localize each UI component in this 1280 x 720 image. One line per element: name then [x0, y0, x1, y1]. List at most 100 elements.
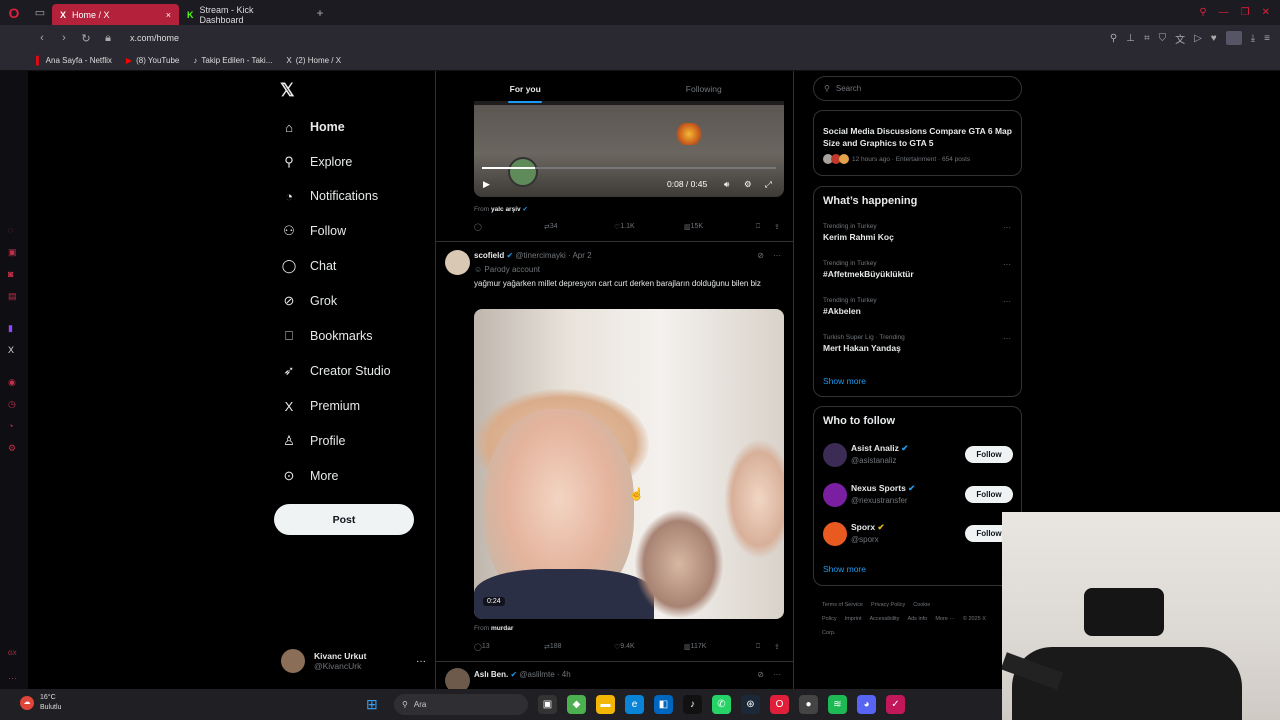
close-icon[interactable]: × — [166, 10, 171, 20]
minimize-button[interactable]: — — [1219, 7, 1229, 18]
follow-button[interactable]: Follow — [965, 486, 1013, 503]
nav-item-more[interactable]: ⊙ More — [281, 464, 339, 488]
more-options-icon[interactable]: ··· — [1003, 297, 1011, 306]
show-more-link[interactable]: Show more — [823, 376, 866, 386]
settings-icon[interactable]: ⚙ — [8, 443, 16, 454]
trend-item[interactable]: Trending in Turkey #AffetmekBüyüklüktür ··… — [823, 260, 1013, 279]
author-name[interactable]: scofield — [474, 251, 504, 260]
edge-icon[interactable]: e — [625, 695, 644, 714]
settings-icon[interactable]: ⚙ — [744, 179, 752, 190]
file-explorer-icon[interactable]: ▬ — [596, 695, 615, 714]
menu-icon[interactable]: ≡ — [1264, 33, 1270, 44]
back-icon[interactable]: ‹ — [36, 32, 48, 44]
bookmark-icon[interactable]: ⎕ — [756, 643, 760, 651]
nav-item-chat[interactable]: ◯ Chat — [281, 254, 337, 278]
search-icon[interactable]: ⚲ — [1110, 33, 1117, 44]
more-options-icon[interactable]: ··· — [1003, 334, 1011, 343]
retweet-icon[interactable]: ⇄ 188 — [544, 643, 562, 651]
opera-logo-icon[interactable]: O — [0, 0, 28, 25]
weather-widget[interactable]: ☁ 16°C Bulutlu — [20, 693, 61, 713]
url-input[interactable]: x.com/home — [130, 33, 179, 43]
views-icon[interactable]: ▥ 117K — [684, 643, 706, 651]
nav-item-follow[interactable]: ⚇ Follow — [281, 219, 346, 243]
follow-suggestion[interactable]: Asist Analiz ✔ @asistanaliz Follow — [823, 443, 1013, 467]
bookmark-icon[interactable]: ⎕ — [756, 223, 760, 231]
footer-link[interactable]: Terms of Service — [822, 602, 863, 608]
follow-button[interactable]: Follow — [965, 446, 1013, 463]
author-name[interactable]: Aslı Ben. — [474, 670, 508, 679]
footer-link[interactable]: Imprint — [845, 616, 862, 622]
shopping-bag-icon[interactable]: ▣ — [8, 247, 17, 258]
from-account[interactable]: murdar — [491, 625, 513, 632]
mail-icon[interactable]: ▤ — [8, 291, 17, 302]
nav-item-home[interactable]: ⌂ Home — [281, 115, 345, 139]
show-more-link[interactable]: Show more — [823, 564, 866, 574]
avatar[interactable] — [445, 250, 470, 275]
play-icon[interactable]: ▶ — [483, 179, 490, 190]
messenger-icon[interactable]: ◙ — [8, 269, 13, 279]
views-icon[interactable]: ▥ 15K — [684, 223, 703, 231]
close-window-button[interactable]: ✕ — [1262, 7, 1270, 18]
account-switcher[interactable]: Kivanc Urkut @KivancUrk ··· — [281, 647, 426, 675]
opera-icon[interactable]: O — [770, 695, 789, 714]
from-account[interactable]: yalc arşiv — [491, 206, 521, 213]
discord-icon[interactable]: ◕ — [857, 695, 876, 714]
snapshot-icon[interactable]: ⌗ — [1144, 33, 1150, 44]
shield-icon[interactable]: ⛉ — [1159, 33, 1167, 44]
author-handle[interactable]: @aslilmte — [519, 670, 554, 679]
more-icon[interactable]: ··· — [8, 673, 17, 683]
avatar[interactable] — [445, 668, 470, 689]
send-icon[interactable]: ▷ — [1194, 33, 1202, 44]
video-player[interactable]: ▶ 0:08 / 0:45 🔊︎ ⚙ ⤢ — [474, 101, 784, 197]
music-icon[interactable]: ◉ — [8, 377, 16, 388]
bookmark-x-home[interactable]: X (2) Home / X — [286, 56, 341, 65]
app-icon[interactable]: ● — [799, 695, 818, 714]
reply-icon[interactable]: ◯ 13 — [474, 643, 490, 651]
nav-item-notifications[interactable]: ◔ Notifications — [281, 184, 378, 208]
task-view-icon[interactable]: ▣ — [538, 695, 557, 714]
like-icon[interactable]: ♡ 9.4K — [614, 643, 635, 651]
author-handle[interactable]: @tinercimayki — [515, 251, 565, 260]
more-options-icon[interactable]: ··· — [773, 251, 781, 260]
trend-item[interactable]: Trending in Turkey Kerim Rahmi Koç ··· — [823, 223, 1013, 242]
post-button[interactable]: Post — [274, 504, 414, 535]
more-options-icon[interactable]: ··· — [1003, 260, 1011, 269]
x-logo-icon[interactable]: 𝕏 — [280, 80, 295, 101]
tab-home-x[interactable]: X Home / X × — [52, 4, 179, 25]
news-headline[interactable]: Social Media Discussions Compare GTA 6 M… — [823, 125, 1013, 149]
spotify-icon[interactable]: ≋ — [828, 695, 847, 714]
grok-icon[interactable]: ⊘ — [757, 670, 764, 679]
store-icon[interactable]: ◧ — [654, 695, 673, 714]
translate-icon[interactable]: 文 — [1175, 31, 1185, 46]
app-icon[interactable]: ✓ — [886, 695, 905, 714]
tab-for-you[interactable]: For you — [436, 71, 615, 105]
tab-kick-dashboard[interactable]: K Stream - Kick Dashboard — [179, 4, 306, 25]
bookmark-tiktok[interactable]: ♪ Takip Edilen - Taki... — [193, 56, 272, 65]
twitch-icon[interactable]: ▮ — [8, 323, 13, 334]
fullscreen-icon[interactable]: ⤢ — [765, 179, 772, 190]
history-icon[interactable]: ◷ — [8, 399, 16, 410]
windows-start-icon[interactable]: ⊞ — [366, 696, 384, 713]
reply-icon[interactable]: ◯ — [474, 223, 482, 231]
more-options-icon[interactable]: ··· — [773, 670, 781, 679]
footer-link[interactable]: Accessibility — [869, 616, 899, 622]
retweet-icon[interactable]: ⇄ 34 — [544, 223, 558, 231]
nav-item-explore[interactable]: ⚲ Explore — [281, 150, 352, 174]
bookmark-youtube[interactable]: ▶ (8) YouTube — [126, 56, 179, 65]
nav-item-bookmarks[interactable]: ⎕ Bookmarks — [281, 324, 372, 348]
share-icon[interactable]: ⇪ — [774, 223, 780, 231]
tweet-date[interactable]: 4h — [562, 670, 571, 679]
profile-avatar[interactable] — [1225, 31, 1242, 45]
nav-item-premium[interactable]: X Premium — [281, 394, 360, 418]
bookmark-netflix[interactable]: ▌ Ana Sayfa - Netflix — [36, 56, 112, 65]
nav-item-grok[interactable]: ⊘ Grok — [281, 289, 338, 313]
aria-icon[interactable]: ◌ — [8, 225, 13, 235]
video-player[interactable]: 0:24 ☝ — [474, 309, 784, 619]
chat-icon[interactable]: ◔ — [8, 421, 13, 431]
reload-icon[interactable]: ↻ — [80, 32, 92, 45]
whatsapp-icon[interactable]: ✆ — [712, 695, 731, 714]
x-logo-icon[interactable]: X — [8, 345, 14, 355]
taskbar-search[interactable]: ⚲ Ara — [394, 694, 528, 715]
tab-following[interactable]: Following — [615, 71, 794, 105]
like-icon[interactable]: ♡ 1.1K — [614, 223, 635, 231]
